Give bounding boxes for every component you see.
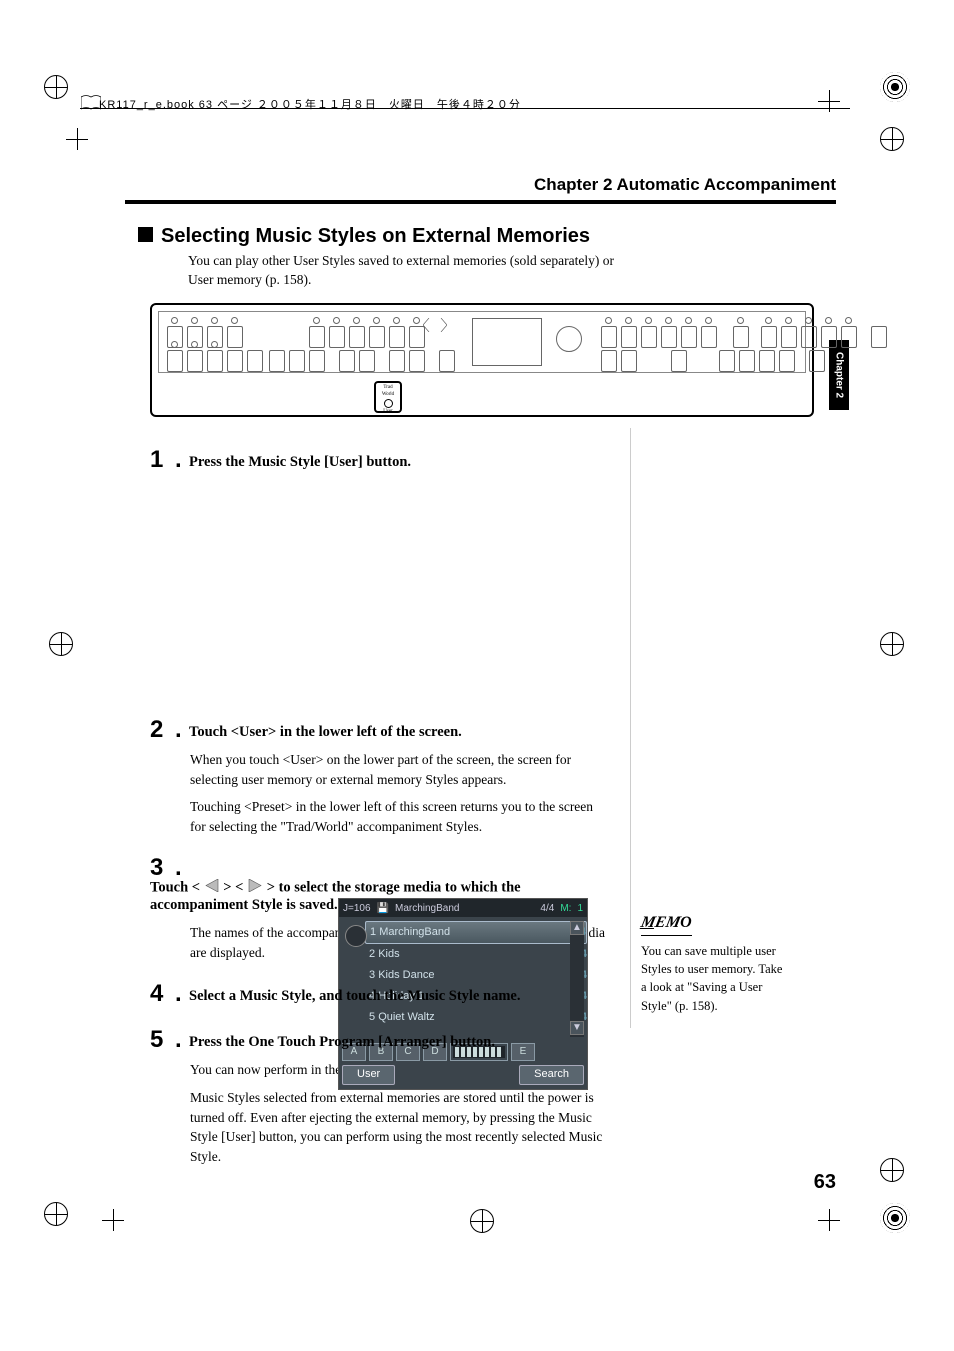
print-registration-ml xyxy=(49,632,73,656)
section-title-text: Selecting Music Styles on External Memor… xyxy=(161,225,590,247)
scroll-down-icon[interactable]: ▼ xyxy=(570,1021,584,1035)
book-header-line: KR117_r_e.book 63 ページ ２００５年１１月８日 火曜日 午後４… xyxy=(99,96,521,112)
list-item[interactable]: 2 Kids 4/4 xyxy=(369,944,587,965)
step-2: 2. Touch <User> in the lower left of the… xyxy=(150,716,610,836)
panel-right-buttons xyxy=(601,326,887,348)
panel-arrows xyxy=(423,318,447,332)
print-crosshair-tl2 xyxy=(66,128,88,150)
print-registration-tl xyxy=(44,75,68,99)
panel-inner xyxy=(158,311,806,373)
panel-mid-buttons xyxy=(309,326,425,348)
step-2-head: Touch <User> in the lower left of the sc… xyxy=(189,724,462,741)
chapter-tab: Chapter 2 xyxy=(829,340,849,410)
panel-user-button-highlight: TradWorld User xyxy=(374,381,402,413)
steps: 1. Press the Music Style [User] button. … xyxy=(150,428,610,1174)
cmyk-target-tr xyxy=(880,72,910,102)
memo-text: You can save multiple user Styles to use… xyxy=(641,942,786,1015)
section-title: Selecting Music Styles on External Memor… xyxy=(138,225,590,248)
panel-right-buttons2 xyxy=(601,350,825,372)
search-button[interactable]: Search xyxy=(519,1065,584,1085)
step-3-num: 3 xyxy=(150,854,175,882)
panel-mid-buttons2 xyxy=(269,350,455,372)
panel-screen xyxy=(472,318,542,366)
step-3-head: Touch < > < > to select the storage medi… xyxy=(150,879,610,914)
step-5-num: 5 xyxy=(150,1026,175,1054)
step-1: 1. Press the Music Style [User] button. xyxy=(150,446,610,474)
user-button[interactable]: User xyxy=(342,1065,395,1085)
step-4-num: 4 xyxy=(150,980,175,1008)
print-registration-tr2 xyxy=(880,127,904,151)
print-crosshair-bl2 xyxy=(102,1209,124,1231)
step-2-body: When you touch <User> on the lower part … xyxy=(190,750,610,836)
print-registration-br2 xyxy=(880,1158,904,1182)
print-registration-mr xyxy=(880,632,904,656)
step-2-num: 2 xyxy=(150,716,175,744)
print-registration-bc xyxy=(470,1209,494,1233)
print-crosshair-br xyxy=(818,1209,840,1231)
panel-left-buttons2 xyxy=(167,350,263,372)
cmyk-target-br xyxy=(880,1203,910,1233)
right-arrow-icon xyxy=(247,879,263,897)
list-item[interactable]: 5 Quiet Waltz 4/4 xyxy=(369,1007,587,1028)
intro-text: You can play other User Styles saved to … xyxy=(188,252,618,290)
step-1-num: 1 xyxy=(150,446,175,474)
section-bullet xyxy=(138,227,153,242)
step-1-head: Press the Music Style [User] button. xyxy=(189,454,411,471)
screen-style-list: 1 MarchingBand 4/4 2 Kids 4/4 3 Kids Dan… xyxy=(369,921,587,1028)
step-4-head: Select a Music Style, and touch the Musi… xyxy=(189,988,520,1005)
header-rule xyxy=(80,108,850,109)
list-item[interactable]: 3 Kids Dance 4/4 xyxy=(369,965,587,986)
left-arrow-icon xyxy=(204,879,220,897)
step-5-head: Press the One Touch Program [Arranger] b… xyxy=(189,1034,495,1051)
column-separator xyxy=(630,428,631,1028)
scroll-up-icon[interactable]: ▲ xyxy=(570,921,584,935)
book-icon xyxy=(81,95,101,116)
memo-sidebar: MEMO You can save multiple user Styles t… xyxy=(641,911,786,1015)
print-registration-bl xyxy=(44,1202,68,1226)
panel-left-buttons xyxy=(167,326,243,348)
chapter-header: Chapter 2 Automatic Accompaniment xyxy=(125,175,836,195)
page-number: 63 xyxy=(814,1171,836,1194)
panel-dial xyxy=(556,326,582,352)
memo-label: MEMO xyxy=(641,911,692,936)
tab-e[interactable]: E xyxy=(511,1043,535,1061)
panel-diagram: TradWorld User xyxy=(150,303,814,417)
list-item[interactable]: 1 MarchingBand 4/4 xyxy=(365,921,587,944)
screen-scrollbar[interactable]: ▲ ▼ xyxy=(570,921,584,1037)
screen-bottom-bar: User Search xyxy=(342,1065,584,1085)
chapter-rule xyxy=(125,200,836,204)
screen-dial-icon[interactable] xyxy=(345,925,367,947)
